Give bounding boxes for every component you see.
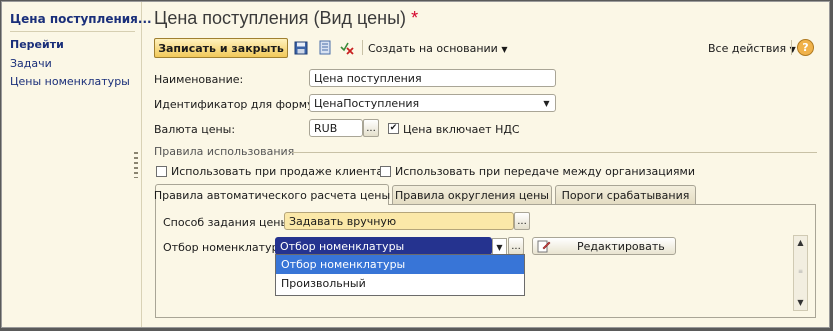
item-filter-label: Отбор номенклатуры: <box>163 241 291 254</box>
use-in-transfer-label: Использовать при передаче между организа… <box>395 165 695 178</box>
panel-resize-grip[interactable] <box>134 152 138 178</box>
create-based-on-label: Создать на основании <box>368 42 498 55</box>
tab-rounding-rules[interactable]: Правила округления цены <box>392 185 552 204</box>
price-method-label: Способ задания цены: <box>163 216 293 229</box>
nav-object-title[interactable]: Цена поступления... <box>10 12 152 26</box>
edit-icon <box>537 239 551 253</box>
group-divider <box>292 152 817 153</box>
currency-select-button[interactable]: ... <box>363 119 379 137</box>
scroll-up-icon[interactable]: ▲ <box>794 237 807 249</box>
create-based-on-menu[interactable]: Создать на основании ▼ <box>368 42 508 55</box>
scroll-thumb-icon[interactable]: ≡ <box>794 266 807 278</box>
toolbar-separator <box>791 40 792 55</box>
price-method-field[interactable]: Задавать вручную <box>284 212 514 230</box>
vat-included-checkbox[interactable]: ✔ <box>388 123 399 134</box>
nav-item-tasks[interactable]: Задачи <box>10 57 52 70</box>
all-actions-menu[interactable]: Все действия ▼ <box>708 42 796 55</box>
nav-item-item-prices[interactable]: Цены номенклатуры <box>10 75 130 88</box>
chevron-down-icon: ▼ <box>501 45 508 54</box>
item-filter-select-button[interactable]: ... <box>508 237 524 255</box>
vat-included-label: Цена включает НДС <box>403 123 520 136</box>
name-label: Наименование: <box>154 73 244 86</box>
use-in-sales-label: Использовать при продаже клиентам <box>171 165 392 178</box>
page-title: Цена поступления (Вид цены) * <box>154 8 418 29</box>
currency-label: Валюта цены: <box>154 123 236 136</box>
use-in-sales-checkbox[interactable] <box>156 166 167 177</box>
nav-divider <box>10 31 135 32</box>
item-filter-dropdown-list: Отбор номенклатуры Произвольный <box>275 254 525 296</box>
vertical-scrollbar[interactable]: ▲ ≡ ▼ <box>793 235 808 311</box>
form-window: Цена поступления... Перейти Задачи Цены … <box>1 1 830 328</box>
usage-rules-group-title: Правила использования <box>154 145 295 158</box>
document-list-icon[interactable] <box>316 39 333 56</box>
edit-filter-label: Редактировать <box>577 239 665 253</box>
dropdown-option[interactable]: Отбор номенклатуры <box>276 255 524 274</box>
nav-section-goto: Перейти <box>10 38 64 51</box>
navigation-panel: Цена поступления... Перейти Задачи Цены … <box>2 2 152 327</box>
formula-id-field[interactable]: ЦенаПоступления <box>309 94 556 112</box>
use-in-transfer-checkbox[interactable] <box>380 166 391 177</box>
save-and-close-button[interactable]: Записать и закрыть <box>154 38 288 58</box>
help-button[interactable]: ? <box>797 39 814 56</box>
delete-mark-icon[interactable] <box>339 39 356 56</box>
price-method-select-button[interactable]: ... <box>514 212 530 230</box>
tab-thresholds[interactable]: Пороги срабатывания <box>555 185 696 204</box>
name-field[interactable]: Цена поступления <box>309 69 556 87</box>
page-title-text: Цена поступления (Вид цены) <box>154 8 407 28</box>
formula-id-label: Идентификатор для формул: <box>154 98 325 111</box>
edit-filter-button[interactable]: Редактировать <box>532 237 676 255</box>
toolbar-separator <box>362 40 363 55</box>
save-icon[interactable] <box>292 39 309 56</box>
chevron-down-icon[interactable]: ▼ <box>539 95 554 111</box>
currency-field[interactable]: RUB <box>309 119 363 137</box>
scroll-down-icon[interactable]: ▼ <box>794 297 807 309</box>
tab-auto-calc-rules[interactable]: Правила автоматического расчета цены <box>154 184 390 205</box>
all-actions-label: Все действия <box>708 42 787 55</box>
dropdown-option[interactable]: Произвольный <box>276 274 524 293</box>
item-filter-field[interactable]: Отбор номенклатуры <box>275 237 492 255</box>
modified-marker: * <box>411 8 419 28</box>
